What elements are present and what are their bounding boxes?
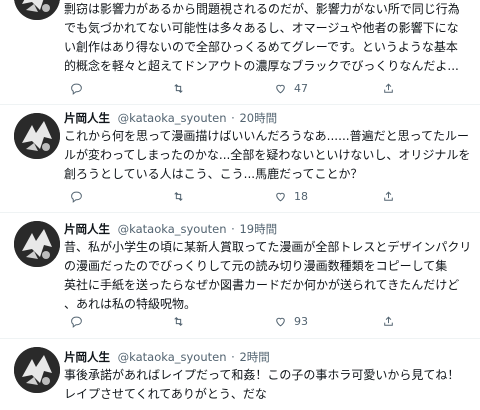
display-name[interactable]: 片岡人生 (64, 350, 110, 364)
tweet-header: 片岡人生 @kataoka_syouten · 20時間 (64, 110, 277, 126)
tweet-text-line: でも気づかれてない可能性は多々あるし、オマージュや他者の影響下にな (64, 21, 459, 35)
display-name[interactable]: 片岡人生 (64, 111, 110, 125)
heart-icon (276, 192, 285, 201)
share-button[interactable] (382, 80, 395, 96)
avatar-image (14, 0, 60, 20)
tweet-text-line: 英社に手紙を送ったらなぜか図書カードだか何かが送られてきたんだけど (64, 278, 460, 292)
tweet-text-line: 剽窃は影響力があるから問題視されるのだが、影響力がない所で同じ行為 (64, 2, 460, 16)
retweet-icon (174, 316, 183, 326)
tweet-actions: 47 (64, 80, 464, 96)
tweet-text: 昔、私が小学生の頃に某新人賞取ってた漫画が全部トレスとデザインパクリ の漫画だっ… (64, 238, 472, 314)
like-button[interactable]: 18 (274, 188, 308, 204)
retweet-icon (174, 191, 183, 201)
like-button[interactable]: 47 (274, 80, 308, 96)
reply-icon (71, 191, 82, 203)
avatar[interactable] (14, 113, 60, 159)
avatar[interactable] (14, 347, 60, 393)
tweet-text-line: 的概念を軽々と超えてドンアウトの濃厚なブラックでびっくりなんだよ... (64, 59, 459, 73)
reply-button[interactable] (70, 80, 83, 96)
retweet-button[interactable] (172, 80, 185, 96)
user-handle[interactable]: @kataoka_syouten (118, 111, 227, 125)
retweet-button[interactable] (172, 188, 185, 204)
heart-icon (276, 84, 285, 93)
like-count: 93 (294, 314, 308, 328)
separator-dot: · (231, 111, 235, 125)
user-handle[interactable]: @kataoka_syouten (118, 350, 227, 364)
share-icon (384, 315, 393, 326)
like-button[interactable]: 93 (274, 313, 308, 329)
retweet-button[interactable] (172, 313, 185, 329)
avatar[interactable] (14, 221, 60, 267)
avatar-image (14, 221, 60, 267)
like-count: 47 (294, 81, 308, 95)
tweet-text: 剽窃は影響力があるから問題視されるのだが、影響力がない所で同じ行為 でも気づかれ… (64, 0, 472, 76)
tweet-text-line: 事後承諾があればレイプだって和姦！この子の事ホラ可愛いから見てね！ (64, 368, 460, 382)
like-count: 18 (294, 189, 308, 203)
tweet-header: 片岡人生 @kataoka_syouten · 19時間 (64, 221, 277, 237)
reply-button[interactable] (70, 313, 83, 329)
reply-icon (71, 316, 82, 328)
heart-icon (276, 317, 285, 326)
tweet-text-line: ルが変わってしまったのかな...全部を疑わないといけないし、オリジナルを (64, 148, 471, 162)
tweet-header: 片岡人生 @kataoka_syouten · 2時間 (64, 349, 270, 365)
separator-dot: · (231, 350, 235, 364)
tweet-text-line: 昔、私が小学生の頃に某新人賞取ってた漫画が全部トレスとデザインパクリ (64, 240, 472, 254)
retweet-icon (174, 83, 183, 93)
tweet-text-line: これから何を思って漫画描けばいいんだろうなあ......普遍だと思ってたルー (64, 129, 469, 143)
tweet-actions: 93 (64, 313, 464, 329)
tweet-text-line: い創作はあり得ないので全部ひっくるめてグレーです。というような基本 (64, 40, 458, 54)
timeline: 剽窃は影響力があるから問題視されるのだが、影響力がない所で同じ行為 でも気づかれ… (0, 0, 480, 410)
divider (0, 212, 480, 213)
share-icon (384, 190, 393, 201)
share-icon (384, 82, 393, 93)
divider (0, 338, 480, 339)
tweet-text-line: の漫画だったのでびっくりして元の読み切り漫画数種類をコピーして集 (64, 259, 448, 273)
tweet-actions: 18 (64, 188, 464, 204)
tweet-time[interactable]: 19時間 (239, 222, 277, 236)
tweet-text-line: レイプさせてくれてありがとう、だな (64, 387, 267, 401)
reply-icon (71, 83, 82, 95)
display-name[interactable]: 片岡人生 (64, 222, 110, 236)
share-button[interactable] (382, 313, 395, 329)
avatar-image (14, 113, 60, 159)
share-button[interactable] (382, 188, 395, 204)
tweet-time[interactable]: 20時間 (239, 111, 277, 125)
user-handle[interactable]: @kataoka_syouten (118, 222, 227, 236)
divider (0, 104, 480, 105)
tweet-text: これから何を思って漫画描けばいいんだろうなあ......普遍だと思ってたルー ル… (64, 127, 472, 184)
tweet-text-line: 創ろうとしている人はこう、こう...馬鹿だってことか？ (64, 167, 363, 181)
tweet-text-line: 、あれは私の特級呪物。 (64, 297, 197, 311)
avatar[interactable] (14, 0, 60, 20)
avatar-image (14, 347, 60, 393)
tweet-text: 事後承諾があればレイプだって和姦！この子の事ホラ可愛いから見てね！ レイプさせて… (64, 366, 472, 404)
reply-button[interactable] (70, 188, 83, 204)
separator-dot: · (231, 222, 235, 236)
tweet-time[interactable]: 2時間 (239, 350, 269, 364)
